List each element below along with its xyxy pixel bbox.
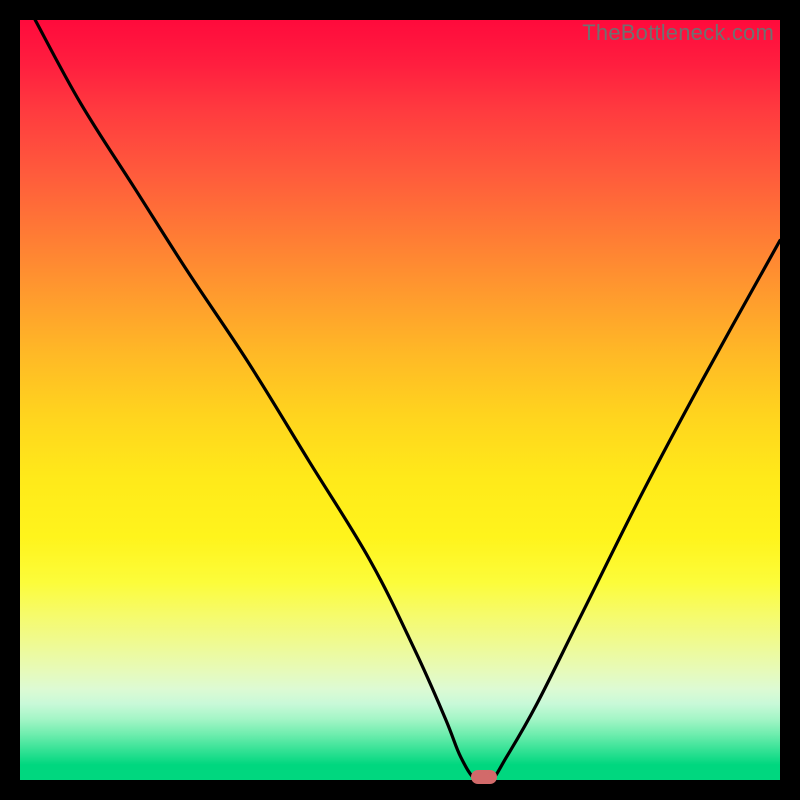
- plot-area: TheBottleneck.com: [20, 20, 780, 780]
- chart-frame: TheBottleneck.com: [0, 0, 800, 800]
- bottleneck-curve: [20, 20, 780, 780]
- optimum-marker: [471, 770, 497, 784]
